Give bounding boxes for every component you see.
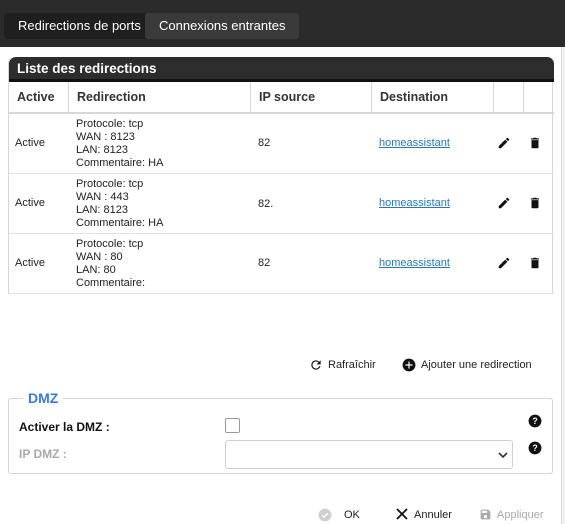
lan-text: LAN: 8123	[76, 144, 128, 156]
column-header-delete	[524, 82, 554, 113]
status-cell: Active	[15, 257, 45, 269]
edit-icon[interactable]	[497, 136, 511, 150]
dmz-fieldset: DMZ Activer la DMZ : IP DMZ : ? ?	[8, 390, 553, 474]
column-header-edit	[494, 82, 524, 113]
chevron-down-icon	[498, 452, 508, 459]
apply-label: Appliquer	[497, 509, 544, 521]
tab-bar: Redirections de ports Connexions entrant…	[0, 0, 565, 47]
tab-port-redirections[interactable]: Redirections de ports	[4, 13, 155, 39]
wan-text: WAN : 443	[76, 191, 129, 203]
enable-dmz-checkbox[interactable]	[225, 418, 240, 433]
trash-icon[interactable]	[528, 256, 542, 270]
status-cell: Active	[15, 137, 45, 149]
svg-text:?: ?	[532, 443, 537, 453]
table-row: Active Protocole: tcp WAN : 443 LAN: 812…	[9, 174, 554, 234]
protocol-text: Protocole: tcp	[76, 178, 144, 190]
refresh-button[interactable]: Rafraîchir	[309, 357, 379, 373]
destination-link[interactable]: homeassistant	[379, 197, 450, 209]
column-header-destination: Destination	[372, 82, 494, 113]
card-header: Liste des redirections	[9, 57, 554, 82]
refresh-icon	[311, 360, 321, 370]
protocol-text: Protocole: tcp	[76, 238, 144, 250]
destination-link[interactable]: homeassistant	[379, 137, 450, 149]
save-icon	[480, 509, 491, 520]
lan-text: LAN: 8123	[76, 204, 128, 216]
wan-text: WAN : 80	[76, 251, 123, 263]
trash-icon[interactable]	[528, 136, 542, 150]
status-cell: Active	[15, 197, 45, 209]
redirections-card: Liste des redirections Active Redirectio…	[8, 57, 554, 294]
close-icon	[396, 508, 408, 520]
destination-link[interactable]: homeassistant	[379, 257, 450, 269]
redaction-mask	[273, 197, 336, 211]
ok-label: OK	[344, 509, 360, 521]
column-header-active: Active	[9, 82, 69, 113]
enable-dmz-label: Activer la DMZ :	[19, 420, 110, 434]
table-header: Active Redirection IP source Destination	[9, 82, 554, 114]
comment-text: Commentaire: HA	[76, 217, 164, 229]
redirection-cell: Protocole: tcp WAN : 80 LAN: 80 Commenta…	[76, 238, 145, 290]
redirection-cell: Protocole: tcp WAN : 443 LAN: 8123 Comme…	[76, 178, 163, 230]
ip-source-cell: 82	[258, 257, 271, 269]
ip-source-cell: 82	[258, 137, 271, 149]
window-edge	[561, 47, 565, 524]
check-circle-icon	[318, 508, 332, 522]
table-row: Active Protocole: tcp WAN : 80 LAN: 80 C…	[9, 234, 554, 294]
ip-source-cell: 82.	[258, 197, 336, 211]
comment-text: Commentaire:	[76, 277, 146, 289]
wan-text: WAN : 8123	[76, 131, 135, 143]
help-icon[interactable]: ?	[528, 414, 542, 428]
svg-text:?: ?	[532, 416, 537, 426]
ok-button[interactable]: OK	[318, 507, 363, 523]
table-row: Active Protocole: tcp WAN : 8123 LAN: 81…	[9, 114, 554, 174]
trash-icon[interactable]	[528, 196, 542, 210]
column-header-redirection: Redirection	[69, 82, 251, 113]
protocol-text: Protocole: tcp	[76, 118, 144, 130]
tab-incoming-connections[interactable]: Connexions entrantes	[145, 13, 300, 39]
edit-icon[interactable]	[497, 256, 511, 270]
cancel-label: Annuler	[414, 509, 452, 521]
dmz-legend: DMZ	[23, 390, 64, 406]
ip-text: 82.	[258, 197, 274, 210]
ip-dmz-label: IP DMZ :	[19, 447, 67, 461]
edit-icon[interactable]	[497, 196, 511, 210]
card-title: Liste des redirections	[17, 61, 157, 76]
comment-text: Commentaire: HA	[76, 157, 164, 169]
lan-text: LAN: 80	[76, 264, 116, 276]
ip-dmz-select[interactable]	[225, 440, 513, 469]
add-redirection-button[interactable]: Ajouter une redirection	[402, 357, 542, 373]
column-header-ip-source: IP source	[251, 82, 372, 113]
add-circle-icon	[402, 358, 416, 372]
help-icon[interactable]: ?	[528, 441, 542, 455]
add-redirection-label: Ajouter une redirection	[421, 359, 532, 371]
refresh-label: Rafraîchir	[328, 359, 376, 371]
redirection-cell: Protocole: tcp WAN : 8123 LAN: 8123 Comm…	[76, 118, 163, 170]
apply-button[interactable]: Appliquer	[479, 507, 549, 523]
cancel-button[interactable]: Annuler	[396, 507, 456, 523]
